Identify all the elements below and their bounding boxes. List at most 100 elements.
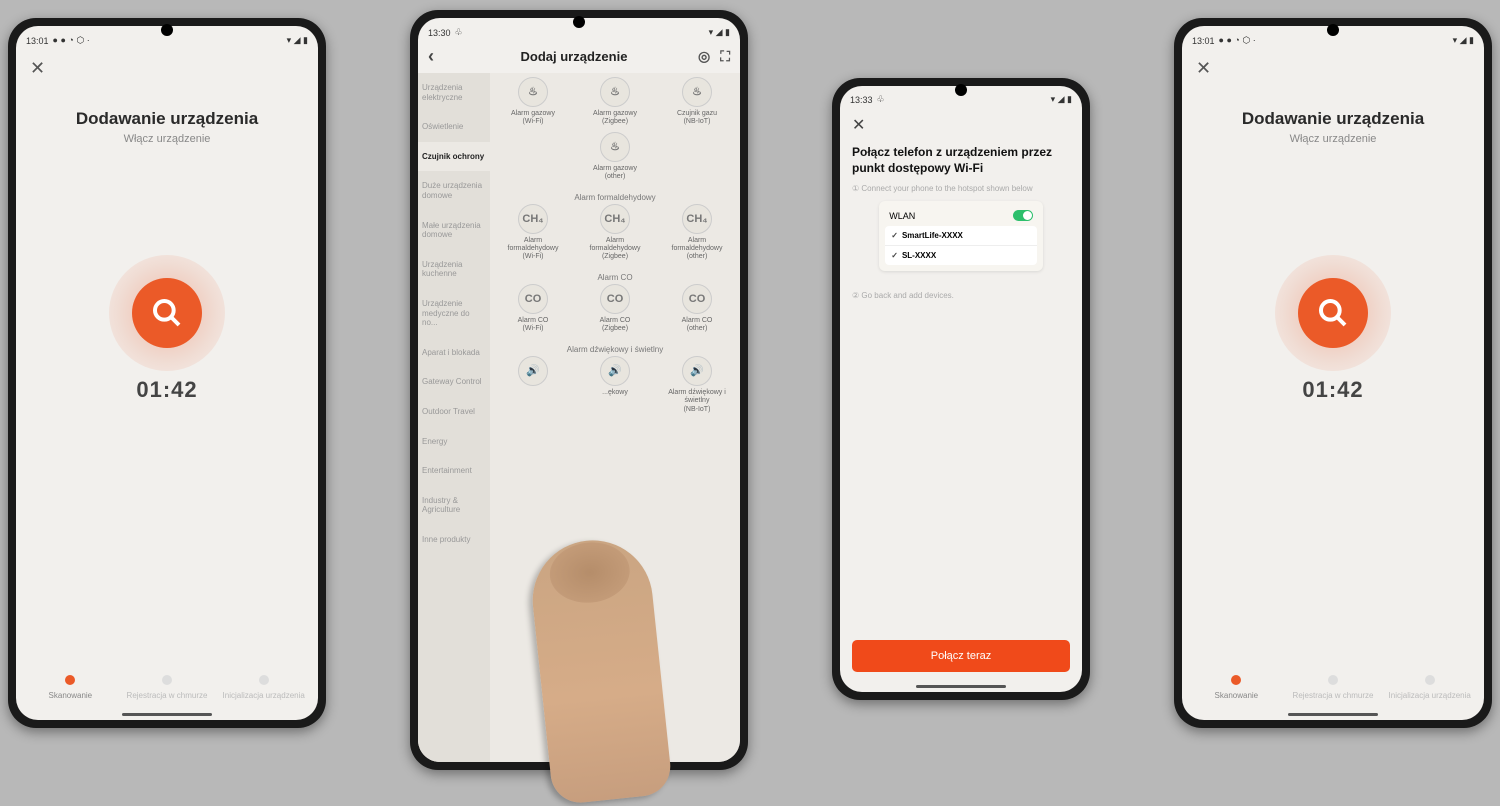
device-icon: 🔊 [518, 356, 548, 386]
step2-text: ② Go back and add devices. [852, 291, 1070, 300]
sidebar-item[interactable]: Inne produkty [418, 525, 490, 555]
scanning-indicator [1285, 265, 1381, 361]
search-icon [1317, 297, 1349, 329]
connect-button[interactable]: Połącz teraz [852, 640, 1070, 672]
camera-notch [955, 84, 967, 96]
screen-adding-device: 13:01 ● ● ◔ ⬡ · ▾ ◢ ▮ ✕ Dodawanie urządze… [1182, 26, 1484, 720]
home-indicator[interactable] [122, 713, 212, 716]
countdown-timer: 01:42 [1182, 377, 1484, 403]
clock: 13:01 [26, 36, 49, 46]
device-icon: ♨ [600, 77, 630, 107]
device-icon: CH₄ [600, 204, 630, 234]
step-scan: Skanowanie [1188, 675, 1285, 700]
search-icon [151, 297, 183, 329]
signal-icons: ▾ ◢ ▮ [1051, 94, 1072, 105]
screen-adding-device: 13:01 ● ● ◔ ⬡ · ▾ ◢ ▮ ✕ Dodawanie urządze… [16, 26, 318, 720]
scan-icon[interactable]: ⛶ [720, 48, 730, 65]
camera-notch [161, 24, 173, 36]
close-button[interactable]: ✕ [852, 115, 1070, 135]
sidebar-item[interactable]: Energy [418, 427, 490, 457]
device-icon: ♨ [518, 77, 548, 107]
target-icon[interactable]: ◎ [698, 48, 710, 65]
status-icons: ● ● ◔ ⬡ · [53, 35, 90, 46]
device-tile[interactable]: COAlarm CO(other) [662, 284, 732, 333]
device-icon: ♨ [600, 132, 630, 162]
step-init: Inicjalizacja urządzenia [1381, 675, 1478, 700]
screen-wifi-connect: 13:33 ♧ ▾ ◢ ▮ ✕ Połącz telefon z urządze… [840, 86, 1082, 692]
section-label: Alarm formaldehydowy [492, 187, 738, 204]
sidebar-item[interactable]: Gateway Control [418, 367, 490, 397]
device-icon: CO [518, 284, 548, 314]
clock: 13:01 [1192, 36, 1215, 46]
sidebar-item[interactable]: Aparat i blokada [418, 338, 490, 368]
sidebar-item[interactable]: Czujnik ochrony [418, 142, 490, 172]
check-icon: ✓ [891, 231, 898, 240]
page-title: Dodawanie urządzenia [16, 109, 318, 129]
step-register: Rejestracja w chmurze [119, 675, 216, 700]
close-button[interactable]: ✕ [16, 48, 318, 89]
device-icon: ♨ [682, 77, 712, 107]
device-icon: 🔊 [600, 356, 630, 386]
phone-4: 13:01 ● ● ◔ ⬡ · ▾ ◢ ▮ ✕ Dodawanie urządze… [1174, 18, 1492, 728]
device-tile[interactable]: ♨Czujnik gazu(NB-IoT) [662, 77, 732, 126]
sidebar-item[interactable]: Małe urządzenia domowe [418, 211, 490, 250]
device-tile[interactable]: CH₄Alarm formaldehydowy(Zigbee) [580, 204, 650, 261]
page-subtitle: Włącz urządzenie [1182, 133, 1484, 145]
device-tile[interactable]: CH₄Alarm formaldehydowy(Wi-Fi) [498, 204, 568, 261]
sidebar-item[interactable]: Industry & Agriculture [418, 486, 490, 525]
section-label: Alarm dźwiękowy i świetlny [492, 339, 738, 356]
step-scan: Skanowanie [22, 675, 119, 700]
phone-2: 13:30 ♧ ▾ ◢ ▮ ‹ Dodaj urządzenie ◎ ⛶ Urz… [410, 10, 748, 770]
progress-steps: Skanowanie Rejestracja w chmurze Inicjal… [16, 665, 318, 720]
device-tile[interactable]: COAlarm CO(Zigbee) [580, 284, 650, 333]
phone-1: 13:01 ● ● ◔ ⬡ · ▾ ◢ ▮ ✕ Dodawanie urządze… [8, 18, 326, 728]
ssid-item[interactable]: ✓SmartLife-XXXX [885, 226, 1037, 246]
page-title: Połącz telefon z urządzeniem przez punkt… [852, 145, 1070, 176]
signal-icons: ▾ ◢ ▮ [287, 35, 308, 46]
check-icon: ✓ [891, 251, 898, 260]
device-tile[interactable]: CH₄Alarm formaldehydowy(other) [662, 204, 732, 261]
device-tile[interactable]: COAlarm CO(Wi-Fi) [498, 284, 568, 333]
device-tile[interactable]: 🔊...ękowy [580, 356, 650, 413]
device-icon: CH₄ [518, 204, 548, 234]
sidebar-item[interactable]: Outdoor Travel [418, 397, 490, 427]
page-title: Dodawanie urządzenia [1182, 109, 1484, 129]
camera-notch [573, 16, 585, 28]
sidebar-item[interactable]: Entertainment [418, 456, 490, 486]
wlan-toggle[interactable] [1013, 210, 1033, 221]
page-subtitle: Włącz urządzenie [16, 133, 318, 145]
sidebar-item[interactable]: Urządzenia elektryczne [418, 73, 490, 112]
countdown-timer: 01:42 [16, 377, 318, 403]
device-tile[interactable]: 🔊Alarm dźwiękowy i świetlny(NB-IoT) [662, 356, 732, 413]
device-icon: 🔊 [682, 356, 712, 386]
status-icons: ● ● ◔ ⬡ · [1219, 35, 1256, 46]
sidebar-item[interactable]: Urządzenia kuchenne [418, 250, 490, 289]
device-icon: CO [600, 284, 630, 314]
device-tile[interactable]: ♨Alarm gazowy(Zigbee) [580, 77, 650, 126]
wlan-label: WLAN [889, 211, 915, 221]
clock: 13:30 [428, 28, 451, 38]
page-title: Dodaj urządzenie [450, 49, 698, 64]
progress-steps: Skanowanie Rejestracja w chmurze Inicjal… [1182, 665, 1484, 720]
header: ‹ Dodaj urządzenie ◎ ⛶ [418, 40, 740, 73]
device-tile[interactable]: 🔊 [498, 356, 568, 413]
home-indicator[interactable] [1288, 713, 1378, 716]
signal-icons: ▾ ◢ ▮ [709, 27, 730, 38]
device-tile[interactable]: ♨Alarm gazowy(Wi-Fi) [498, 77, 568, 126]
category-sidebar[interactable]: Urządzenia elektryczneOświetlenieCzujnik… [418, 73, 490, 762]
home-indicator[interactable] [916, 685, 1006, 688]
close-button[interactable]: ✕ [1182, 48, 1484, 89]
sidebar-item[interactable]: Duże urządzenia domowe [418, 171, 490, 210]
section-label: Alarm CO [492, 267, 738, 284]
back-button[interactable]: ‹ [428, 46, 450, 67]
ssid-list: ✓SmartLife-XXXX ✓SL-XXXX [885, 226, 1037, 265]
step1-text: ① Connect your phone to the hotspot show… [852, 184, 1070, 193]
device-icon: CH₄ [682, 204, 712, 234]
device-tile[interactable]: ♨Alarm gazowy(other) [580, 132, 650, 181]
clock: 13:33 [850, 95, 873, 105]
signal-icons: ▾ ◢ ▮ [1453, 35, 1474, 46]
sidebar-item[interactable]: Urządzenie medyczne do no... [418, 289, 490, 338]
device-icon: CO [682, 284, 712, 314]
ssid-item[interactable]: ✓SL-XXXX [885, 246, 1037, 265]
sidebar-item[interactable]: Oświetlenie [418, 112, 490, 142]
